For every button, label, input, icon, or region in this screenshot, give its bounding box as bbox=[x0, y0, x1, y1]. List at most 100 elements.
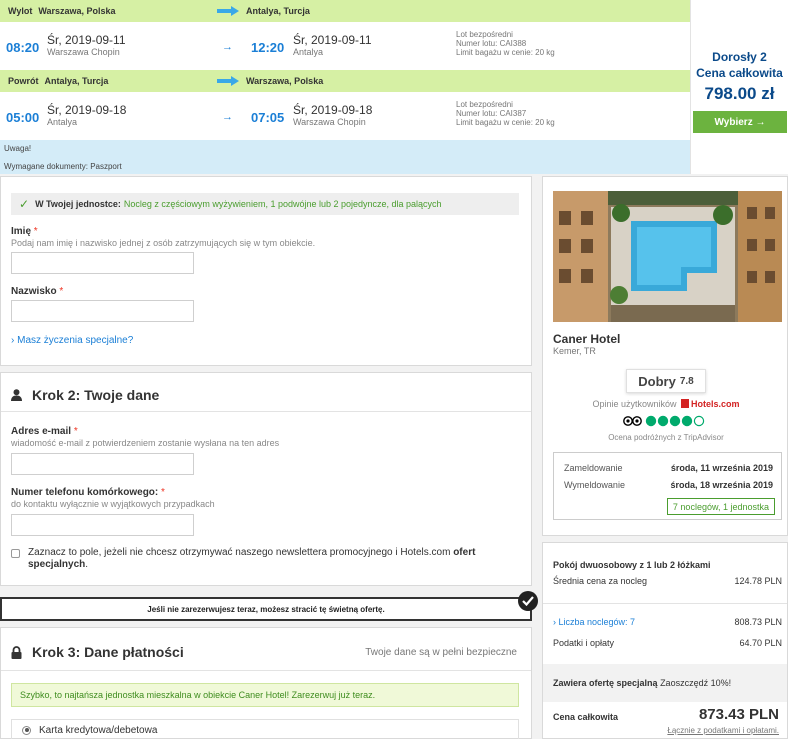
outbound-flight-number: Numer lotu: CAI388 bbox=[456, 39, 527, 48]
hotel-photo[interactable] bbox=[553, 191, 782, 322]
newsletter-option[interactable]: Zaznacz to pole, jeżeli nie chcesz otrzy… bbox=[11, 547, 498, 571]
room-type: Pokój dwuosobowy z 1 lub 2 łóżkami bbox=[553, 560, 711, 570]
arrow-small-icon: → bbox=[222, 41, 233, 53]
select-button[interactable]: Wybierz → bbox=[693, 111, 787, 133]
arrow-right-icon bbox=[210, 76, 246, 86]
rating-bubble bbox=[645, 415, 657, 427]
checkin-date: środa, 11 września 2019 bbox=[670, 463, 773, 473]
secure-note: Twoje dane są w pełni bezpieczne bbox=[365, 647, 517, 658]
rating-badge: Dobry 7.8 bbox=[626, 369, 706, 393]
inbound-arr-date: Śr, 2019-09-18 bbox=[293, 103, 373, 117]
avg-price-label: Średnia cena za nocleg bbox=[553, 576, 648, 586]
first-name-label: Imię * bbox=[11, 226, 38, 237]
promo-banner: Szybko, to najtańsza jednostka mieszkaln… bbox=[11, 683, 519, 707]
step3-title: Krok 3: Dane płatności bbox=[11, 644, 184, 660]
step2-panel: Krok 2: Twoje dane Adres e-mail * wiadom… bbox=[0, 372, 532, 586]
card-payment-option[interactable]: Karta kredytowa/debetowa bbox=[11, 719, 519, 739]
last-name-label-text: Nazwisko bbox=[11, 286, 57, 297]
outbound-arr-airport: Antalya bbox=[293, 47, 324, 57]
outbound-arr-time: 12:20 bbox=[251, 40, 285, 55]
inbound-header: Powrót Antalya, Turcja Warszawa, Polska bbox=[0, 70, 690, 92]
taxes-value: 64.70 PLN bbox=[739, 638, 782, 648]
tripadvisor-label: Ocena podróżnych z TripAdvisor bbox=[608, 433, 724, 442]
avg-price-value: 124.78 PLN bbox=[734, 576, 782, 586]
required-marker: * bbox=[59, 286, 64, 297]
stay-dates: Zameldowanie środa, 11 września 2019 Wym… bbox=[553, 452, 782, 520]
radio-button[interactable] bbox=[22, 725, 31, 735]
inbound-baggage: Limit bagażu w cenie: 20 kg bbox=[456, 118, 555, 127]
email-label-text: Adres e-mail bbox=[11, 426, 72, 437]
first-name-input[interactable] bbox=[11, 252, 194, 274]
hotel-summary-card: Caner Hotel Kemer, TR Dobry 7.8 Opinie uż… bbox=[542, 176, 788, 536]
arrow-small-icon: → bbox=[222, 111, 233, 123]
newsletter-text: Zaznacz to pole, jeżeli nie chcesz otrzy… bbox=[28, 547, 498, 571]
flight-card: Wylot Warszawa, Polska Antalya, Turcja 08… bbox=[0, 0, 788, 174]
newsletter-prefix: Zaznacz to pole, jeżeli nie chcesz otrzy… bbox=[28, 547, 454, 558]
hotels-reviews[interactable]: Opinie użytkowników Hotels.com bbox=[543, 399, 788, 409]
special-offer: Zawiera ofertę specjalną Zaoszczędź 10%! bbox=[543, 664, 787, 702]
nights-value: 808.73 PLN bbox=[734, 617, 782, 627]
required-marker: * bbox=[33, 226, 38, 237]
rating-bubble bbox=[693, 415, 705, 427]
required-marker: * bbox=[161, 487, 165, 498]
guest-panel: ✓ W Twojej jednostce: Nocleg z częściowy… bbox=[0, 176, 532, 366]
step2-title: Krok 2: Twoje dane bbox=[11, 387, 159, 403]
lock-icon bbox=[11, 645, 22, 659]
check-circle-icon bbox=[518, 591, 538, 611]
inbound-to: Warszawa, Polska bbox=[246, 76, 324, 86]
email-input[interactable] bbox=[11, 453, 194, 475]
last-name-input[interactable] bbox=[11, 300, 194, 322]
total-note[interactable]: Łącznie z podatkami i opłatami. bbox=[667, 726, 779, 735]
flight-legs: Wylot Warszawa, Polska Antalya, Turcja 08… bbox=[0, 0, 690, 140]
inbound-dep-time: 05:00 bbox=[6, 110, 40, 125]
checkin-label: Zameldowanie bbox=[564, 463, 623, 473]
first-name-label-text: Imię bbox=[11, 226, 32, 237]
rating-score: 7.8 bbox=[679, 375, 694, 387]
tripadvisor-owl-icon bbox=[623, 415, 705, 427]
checkout-label: Wymeldowanie bbox=[564, 480, 625, 490]
phone-input[interactable] bbox=[11, 514, 194, 536]
tripadvisor-rating bbox=[543, 415, 788, 427]
rating-bubble bbox=[681, 415, 693, 427]
email-help: wiadomość e-mail z potwierdzeniem zostan… bbox=[11, 438, 280, 448]
special-offer-bold: Zawiera ofertę specjalną bbox=[553, 678, 658, 688]
inbound-dep-airport: Antalya bbox=[47, 117, 78, 127]
rating-bubble bbox=[669, 415, 681, 427]
unit-banner: ✓ W Twojej jednostce: Nocleg z częściowy… bbox=[11, 193, 519, 215]
inbound-from: Antalya, Turcja bbox=[44, 76, 109, 86]
outbound-to: Antalya, Turcja bbox=[246, 6, 310, 16]
checkout-date: środa, 18 września 2019 bbox=[670, 480, 773, 490]
outbound-info: Lot bezpośredni Numer lotu: CAI388 Limit… bbox=[456, 30, 555, 57]
flight-price-amount: 798.00 zł bbox=[704, 84, 775, 103]
email-label: Adres e-mail * bbox=[11, 426, 78, 437]
special-requests-link[interactable]: › Masz życzenia specjalne? bbox=[11, 335, 133, 346]
nights-toggle[interactable]: › Liczba noclegów: 7 bbox=[553, 617, 635, 627]
step3-title-text: Krok 3: Dane płatności bbox=[32, 644, 184, 660]
outbound-dep-airport: Warszawa Chopin bbox=[47, 47, 120, 57]
inbound-flight-number: Numer lotu: CAI387 bbox=[456, 109, 527, 118]
divider bbox=[543, 603, 787, 604]
step2-title-text: Krok 2: Twoje dane bbox=[32, 387, 160, 403]
flight-price-box: Dorosły 2 Cena całkowita 798.00 zł Wybie… bbox=[690, 0, 788, 174]
hotel-name[interactable]: Caner Hotel bbox=[553, 332, 620, 346]
user-icon bbox=[11, 389, 22, 401]
card-option-label: Karta kredytowa/debetowa bbox=[39, 724, 158, 736]
nights-badge: 7 noclegów, 1 jednostka bbox=[666, 498, 775, 515]
newsletter-suffix: . bbox=[85, 559, 89, 570]
inbound-info: Lot bezpośredni Numer lotu: CAI387 Limit… bbox=[456, 100, 555, 127]
first-name-help: Podaj nam imię i nazwisko jednej z osób … bbox=[11, 238, 316, 248]
reviews-brand: Hotels.com bbox=[691, 399, 740, 409]
outbound-label: Wylot bbox=[8, 6, 33, 16]
unit-title: W Twojej jednostce: bbox=[35, 199, 121, 209]
outbound-arr-date: Śr, 2019-09-11 bbox=[293, 33, 372, 47]
hotel-location: Kemer, TR bbox=[553, 346, 596, 356]
phone-label-text: Numer telefonu komórkowego: bbox=[11, 487, 159, 498]
nights-label: Liczba noclegów: 7 bbox=[558, 617, 636, 627]
price-summary: Pokój dwuosobowy z 1 lub 2 łóżkami Średn… bbox=[542, 542, 788, 739]
special-offer-text: Zaoszczędź 10%! bbox=[660, 678, 732, 688]
newsletter-checkbox[interactable] bbox=[11, 549, 20, 558]
outbound-baggage: Limit bagażu w cenie: 20 kg bbox=[456, 48, 555, 57]
required-marker: * bbox=[73, 426, 78, 437]
hotels-logo-icon bbox=[681, 399, 690, 408]
reviews-prefix: Opinie użytkowników bbox=[592, 399, 677, 409]
